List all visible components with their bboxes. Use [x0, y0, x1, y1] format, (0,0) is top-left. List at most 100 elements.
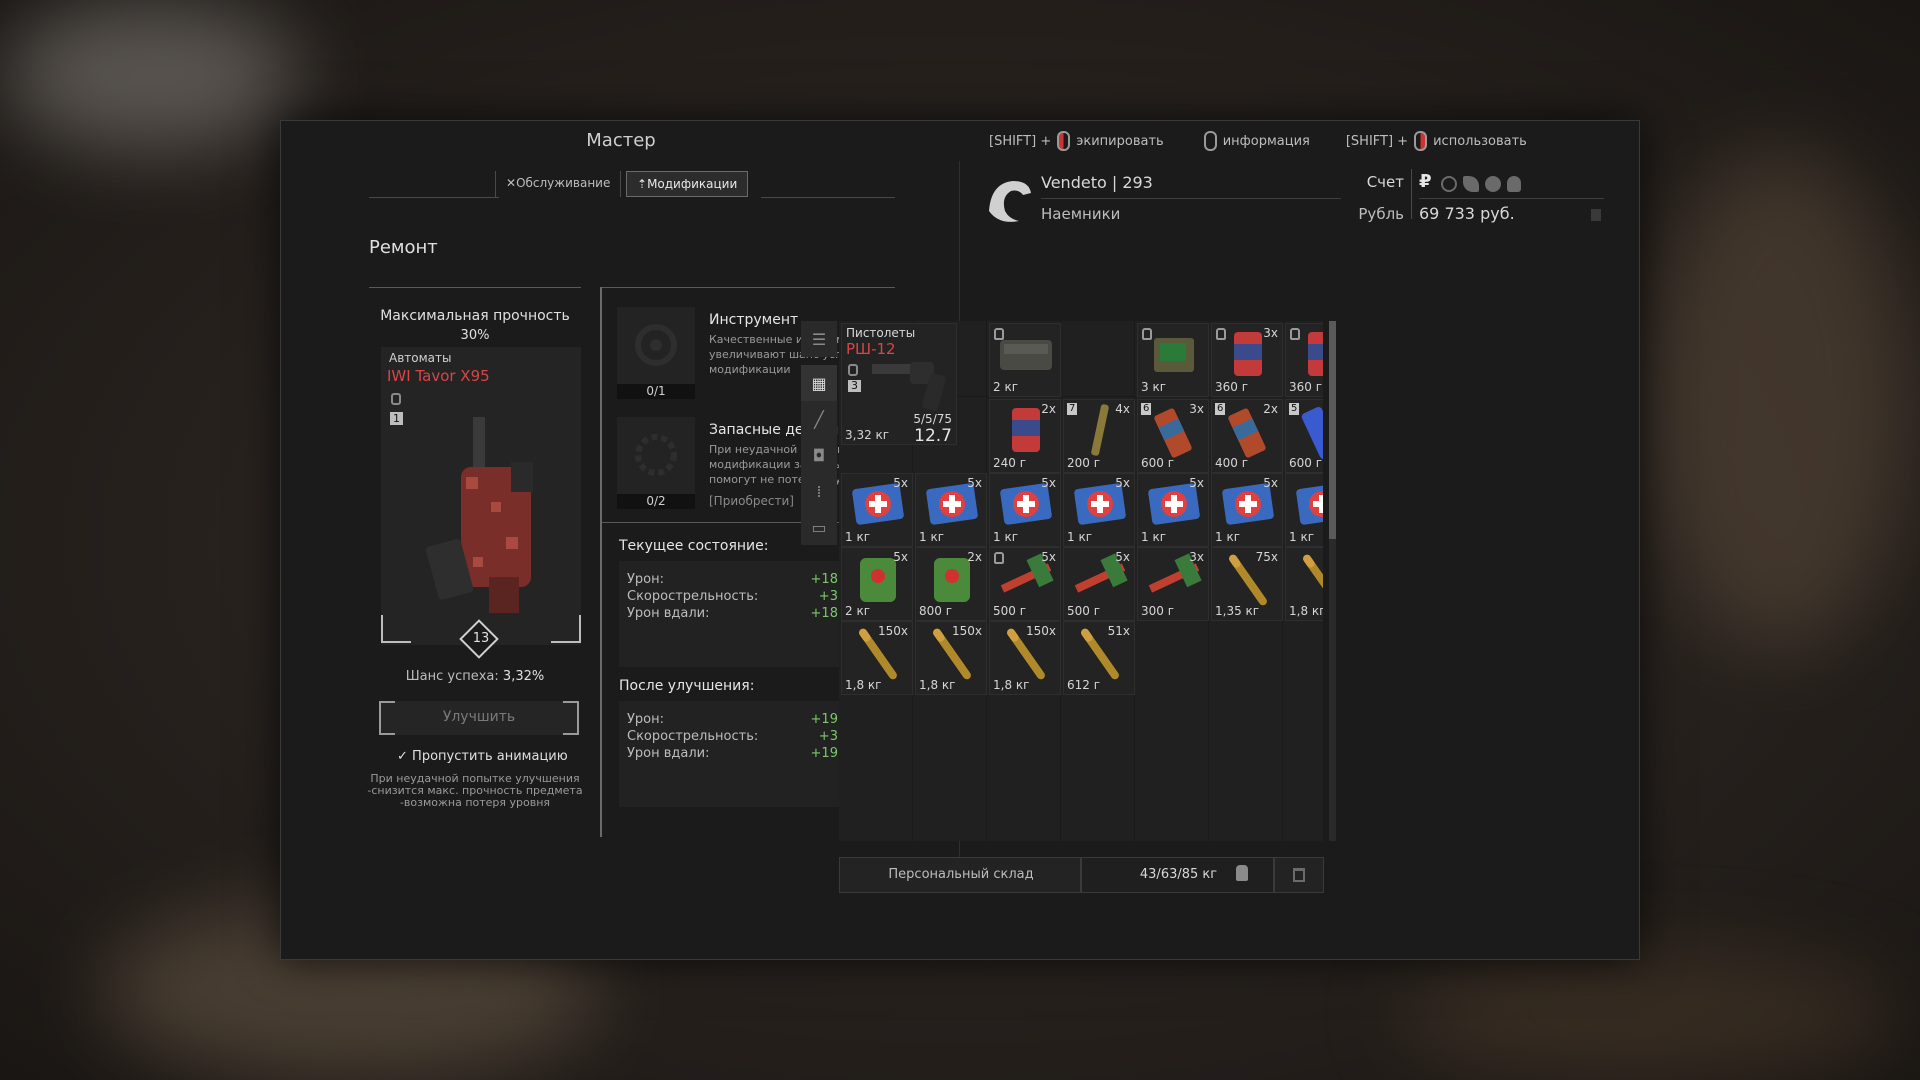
grid-cell[interactable]	[1283, 693, 1323, 769]
inventory-item-ammo1[interactable]: 75x 1,35 кг	[1211, 547, 1283, 621]
grid-cell[interactable]	[1283, 767, 1323, 841]
inventory-item-med4[interactable]: 5x 1 кг	[1063, 473, 1135, 547]
inventory-item-kit1[interactable]: 5x 2 кг	[841, 547, 913, 621]
inventory-item-med3[interactable]: 5x 1 кг	[989, 473, 1061, 547]
tab-modifications[interactable]: ⇡Модификации	[626, 171, 749, 197]
weapon-card[interactable]: Автоматы IWI Tavor X95 1 13	[381, 347, 581, 659]
player-name-level: Vendeto | 293	[1041, 173, 1153, 192]
gear-currency-icon[interactable]	[1441, 176, 1457, 192]
skip-animation-checkbox[interactable]: ✓ Пропустить анимацию	[397, 749, 568, 764]
inventory-item-med1[interactable]: 5x 1 кг	[841, 473, 913, 547]
weapon-category: Автоматы	[389, 351, 452, 365]
grid-cell[interactable]	[987, 767, 1061, 841]
inventory-grid[interactable]: Пистолеты РШ-12 3 5/5/75 12.7 3,32 кг 2 …	[839, 321, 1323, 841]
inventory-item-blue1[interactable]: 53x600 г	[1285, 399, 1323, 473]
spare-parts-slot[interactable]: 0/2	[617, 417, 695, 509]
inventory-item-med5[interactable]: 5x 1 кг	[1137, 473, 1209, 547]
inventory-item-syr2[interactable]: 5x 500 г	[1063, 547, 1135, 621]
stat-label: Урон вдали:	[627, 606, 710, 621]
item-weight: 612 г	[1067, 678, 1101, 692]
grid-view-icon[interactable]: ▦	[801, 365, 837, 401]
item-count: 4x	[1115, 402, 1130, 416]
item-count: 5x	[1041, 476, 1056, 490]
inventory-item-pda[interactable]: 3 кг	[1137, 323, 1209, 397]
inventory-item-syr1[interactable]: 5x 500 г	[989, 547, 1061, 621]
inventory-item-pistol[interactable]: Пистолеты РШ-12 3 5/5/75 12.7 3,32 кг	[841, 323, 957, 446]
item-weight: 1,8 кг	[845, 678, 882, 692]
camera-filter-icon[interactable]: ◘	[801, 437, 837, 473]
tool-slot[interactable]: 0/1	[617, 307, 695, 399]
tab-service[interactable]: ✕Обслуживание	[495, 171, 622, 197]
item-badge: 7	[1067, 403, 1078, 415]
skip-animation-label: Пропустить анимацию	[412, 749, 568, 764]
success-chance: Шанс успеха: 3,32%	[369, 669, 581, 684]
ruble-icon[interactable]: ₽	[1419, 171, 1432, 192]
circle-currency-icon[interactable]	[1485, 176, 1501, 192]
item-count: 3x	[1189, 550, 1204, 564]
grid-cell[interactable]	[1061, 321, 1135, 397]
inventory-item-med6[interactable]: 5x 1 кг	[1211, 473, 1283, 547]
inventory-item-bar1[interactable]: 6 3x 600 г	[1137, 399, 1209, 473]
list-view-icon[interactable]: ☰	[801, 321, 837, 357]
balance: 69 733 руб.	[1419, 204, 1515, 223]
inventory-item-med7[interactable]: 5x1 кг	[1285, 473, 1323, 547]
grid-cell[interactable]	[839, 767, 913, 841]
trash-button[interactable]	[1274, 857, 1324, 893]
item-weight: 360 г	[1215, 380, 1249, 394]
tool-count: 0/1	[617, 384, 695, 399]
inventory-item-stick[interactable]: 7 4x 200 г	[1063, 399, 1135, 473]
grid-cell[interactable]	[1209, 693, 1283, 769]
inventory-item-ammo7[interactable]: 51x 612 г	[1063, 621, 1135, 695]
grid-cell[interactable]	[987, 693, 1061, 769]
inventory-item-ammo2[interactable]: 150x 1,8 кг	[1285, 547, 1323, 621]
upgrade-button[interactable]: Улучшить	[379, 701, 579, 735]
ammo-item-image	[1303, 554, 1323, 606]
ammo-filter-icon[interactable]: ⁞	[801, 473, 837, 509]
inventory-item-can1[interactable]: 3x 360 г	[1211, 323, 1283, 397]
item-weight: 500 г	[1067, 604, 1101, 618]
hint-shift: [SHIFT] +	[1345, 133, 1409, 149]
buy-parts-link[interactable]: [Приобрести]	[709, 494, 794, 508]
inventory-item-syr3[interactable]: 3x 300 г	[1137, 547, 1209, 621]
storage-tab[interactable]: Персональный склад	[839, 857, 1081, 893]
help-icon[interactable]	[1591, 209, 1601, 221]
item-weight: 1 кг	[845, 530, 871, 544]
grid-cell[interactable]	[839, 693, 913, 769]
grid-cell[interactable]	[1209, 767, 1283, 841]
item-weight: 600 г	[1141, 456, 1175, 470]
warning-line: -возможна потеря уровня	[399, 796, 551, 809]
inventory-item-can4[interactable]: 2x 240 г	[989, 399, 1061, 473]
leaf-currency-icon[interactable]	[1463, 176, 1479, 192]
window-title: Мастер	[586, 130, 656, 151]
grid-cell[interactable]	[913, 767, 987, 841]
current-state-title: Текущее состояние:	[619, 538, 769, 554]
grid-cell[interactable]	[1209, 619, 1283, 695]
cog-icon	[635, 434, 677, 476]
grid-cell[interactable]	[1061, 767, 1135, 841]
item-weight: 1 кг	[1141, 530, 1167, 544]
item-badge: 6	[1141, 403, 1152, 415]
inventory-item-kit2[interactable]: 2x 800 г	[915, 547, 987, 621]
inventory-item-can2[interactable]: 3x360 г	[1285, 323, 1323, 397]
item-count: 150x	[1322, 550, 1323, 564]
skull-currency-icon[interactable]	[1507, 176, 1521, 192]
grid-scrollbar[interactable]	[1329, 321, 1336, 841]
item-weight: 3 кг	[1141, 380, 1167, 394]
grid-cell[interactable]	[1061, 693, 1135, 769]
inventory-item-ammo6[interactable]: 150x 1,8 кг	[989, 621, 1061, 695]
grid-cell[interactable]	[1283, 619, 1323, 695]
inventory-item-ammo5[interactable]: 150x 1,8 кг	[915, 621, 987, 695]
item-caliber: 12.7	[914, 426, 952, 446]
grid-cell[interactable]	[913, 693, 987, 769]
scroll-thumb[interactable]	[1329, 321, 1336, 539]
inventory-item-ammo4[interactable]: 150x 1,8 кг	[841, 621, 913, 695]
grid-cell[interactable]	[1135, 693, 1209, 769]
inventory-item-med2[interactable]: 5x 1 кг	[915, 473, 987, 547]
box-filter-icon[interactable]: ▭	[801, 509, 837, 545]
item-count: 75x	[1255, 550, 1278, 564]
grid-cell[interactable]	[1135, 619, 1209, 695]
inventory-item-bar2[interactable]: 6 2x 400 г	[1211, 399, 1283, 473]
grid-cell[interactable]	[1135, 767, 1209, 841]
weapon-filter-icon[interactable]: ╱	[801, 401, 837, 437]
inventory-item-case[interactable]: 2 кг	[989, 323, 1061, 397]
